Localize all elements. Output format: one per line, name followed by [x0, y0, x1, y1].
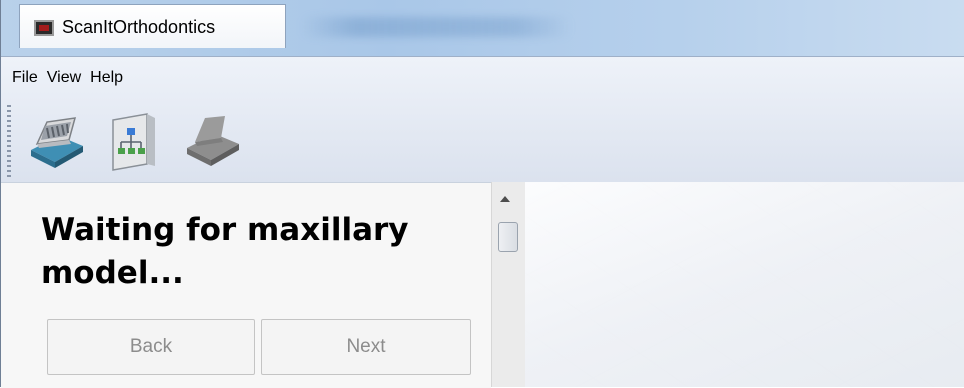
scanner-icon	[31, 117, 83, 168]
model-button[interactable]	[181, 104, 243, 174]
wizard-panel: Waiting for maxillary model... Back Next	[1, 182, 491, 388]
title-bar[interactable]: ScanItOrthodontics	[1, 0, 964, 56]
menu-help[interactable]: Help	[87, 67, 129, 93]
status-heading: Waiting for maxillary model...	[41, 212, 409, 291]
scan-button[interactable]	[25, 104, 87, 174]
next-button[interactable]: Next	[261, 319, 471, 375]
menu-bar: File View Help	[9, 67, 129, 93]
title-tab[interactable]: ScanItOrthodontics	[19, 4, 286, 48]
3d-viewport[interactable]	[525, 182, 964, 387]
structure-button[interactable]	[103, 104, 165, 174]
menu-file[interactable]: File	[9, 67, 44, 93]
menu-view[interactable]: View	[44, 67, 87, 93]
toolbar	[25, 101, 243, 177]
window-title: ScanItOrthodontics	[62, 17, 216, 37]
model-icon	[187, 116, 239, 166]
back-button[interactable]: Back	[47, 319, 255, 375]
app-icon	[34, 20, 54, 36]
blurred-background-title	[301, 17, 571, 37]
toolbar-grip[interactable]	[7, 105, 11, 179]
hierarchy-document-icon	[112, 113, 155, 171]
scroll-thumb[interactable]	[498, 222, 518, 252]
vertical-scrollbar[interactable]	[491, 182, 525, 387]
menu-toolbar-area: File View Help	[1, 56, 964, 183]
app-window: ScanItOrthodontics File View Help Waitin…	[0, 0, 964, 388]
scroll-up-arrow-icon[interactable]	[500, 196, 510, 202]
